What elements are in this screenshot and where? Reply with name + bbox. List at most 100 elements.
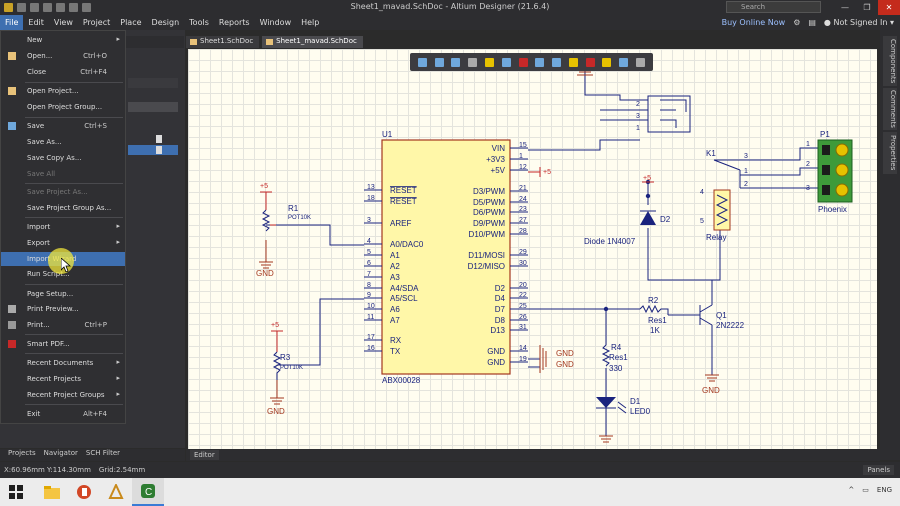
part-icon[interactable]	[485, 57, 495, 67]
panel-row[interactable]	[128, 102, 178, 112]
move-icon[interactable]	[434, 57, 444, 67]
menu-item-smart-pdf[interactable]: Smart PDF...	[1, 337, 125, 351]
r2-ref: R2	[648, 296, 659, 305]
menu-reports[interactable]: Reports	[214, 15, 255, 30]
u1-pin-number: 10	[367, 303, 375, 310]
menu-view[interactable]: View	[49, 15, 78, 30]
undo-icon[interactable]	[69, 3, 78, 12]
minimize-button[interactable]: —	[834, 0, 856, 15]
user-menu[interactable]: ● Not Signed In ▾	[824, 18, 894, 27]
text-icon[interactable]	[619, 57, 629, 67]
tab-editor[interactable]: Editor	[190, 450, 219, 460]
open-icon[interactable]	[43, 3, 52, 12]
menu-item-save-copy-as[interactable]: Save Copy As...	[1, 151, 125, 165]
menu-file[interactable]: File	[0, 15, 24, 30]
file-explorer-icon[interactable]	[36, 478, 68, 506]
tab-properties[interactable]: Properties	[883, 132, 897, 174]
tray-overflow-icon[interactable]: ^	[848, 486, 854, 494]
menu-item-recent-project-groups[interactable]: Recent Project Groups ▸	[1, 388, 125, 402]
notifications-icon[interactable]: ▤	[808, 18, 816, 27]
network-icon[interactable]: ▭	[862, 486, 869, 494]
close-button[interactable]: ✕	[878, 0, 900, 15]
u1-pin-name: VIN	[492, 144, 506, 153]
u1-pin-name: A5/SCL	[390, 294, 418, 303]
k1-relay	[713, 159, 741, 231]
camtasia-icon[interactable]: C	[132, 478, 164, 506]
align-icon[interactable]	[468, 57, 478, 67]
save-all-icon[interactable]	[30, 3, 39, 12]
language-indicator[interactable]: ENG	[877, 486, 892, 494]
menu-item-print-preview[interactable]: Print Preview...	[1, 302, 125, 316]
directive-icon[interactable]	[585, 57, 595, 67]
menu-item-print[interactable]: Print... Ctrl+P	[1, 318, 125, 332]
menu-tools[interactable]: Tools	[184, 15, 214, 30]
menu-design[interactable]: Design	[147, 15, 185, 30]
print-icon[interactable]	[56, 3, 65, 12]
powerpoint-icon[interactable]	[68, 478, 100, 506]
project-icon	[8, 87, 16, 95]
menu-window[interactable]: Window	[255, 15, 297, 30]
app-logo-icon	[4, 3, 13, 12]
tab-projects[interactable]: Projects	[8, 449, 36, 461]
panel-row-selected[interactable]	[128, 145, 178, 155]
panel-row[interactable]	[128, 134, 176, 144]
filter-icon[interactable]	[417, 57, 427, 67]
menu-item-open-project[interactable]: Open Project...	[1, 84, 125, 98]
tab-sheet1[interactable]: Sheet1.SchDoc	[186, 36, 260, 48]
menu-item-page-setup[interactable]: Page Setup...	[1, 287, 125, 301]
search-input[interactable]: Search	[726, 1, 821, 13]
arc-icon[interactable]	[636, 57, 646, 67]
buy-online-link[interactable]: Buy Online Now	[722, 18, 786, 27]
menu-place[interactable]: Place	[115, 15, 146, 30]
menu-separator	[25, 404, 123, 405]
altium-designer-icon[interactable]	[100, 478, 132, 506]
save-icon[interactable]	[17, 3, 26, 12]
u1-pin-name: RESET	[390, 186, 417, 195]
menu-item-save-project-group-as[interactable]: Save Project Group As...	[1, 201, 125, 215]
power-port-icon[interactable]	[518, 57, 528, 67]
tab-sheet1-mavad[interactable]: Sheet1_mavad.SchDoc	[262, 36, 363, 48]
net-label-icon[interactable]	[535, 57, 545, 67]
harness-icon[interactable]	[568, 57, 578, 67]
menu-item-save-as[interactable]: Save As...	[1, 135, 125, 149]
menu-item-save[interactable]: Save Ctrl+S	[1, 119, 125, 133]
menu-item-close[interactable]: Close Ctrl+F4	[1, 65, 125, 79]
menu-item-recent-documents[interactable]: Recent Documents ▸	[1, 356, 125, 370]
sheet-symbol-icon[interactable]	[552, 57, 562, 67]
menu-item-exit[interactable]: Exit Alt+F4	[1, 407, 125, 421]
k1-pin: 5	[700, 218, 704, 225]
wire-icon[interactable]	[501, 57, 511, 67]
menu-item-open-project-group[interactable]: Open Project Group...	[1, 100, 125, 114]
menu-separator	[25, 334, 123, 335]
r1-value: POT10K	[288, 215, 311, 221]
schematic-canvas[interactable]: U1 ABX00028 13 RESET 18 RESET 3 AREF 4 A0/DAC0 5…	[188, 49, 877, 449]
cursor-coordinates: X:60.96mm Y:114.30mm	[4, 466, 91, 474]
tab-navigator[interactable]: Navigator	[44, 449, 78, 461]
tab-components[interactable]: Components	[883, 36, 897, 86]
tab-comments[interactable]: Comments	[883, 88, 897, 130]
redo-icon[interactable]	[82, 3, 91, 12]
menu-separator	[25, 117, 123, 118]
menu-project[interactable]: Project	[78, 15, 115, 30]
panels-button[interactable]: Panels	[863, 465, 894, 475]
k1-ref: K1	[706, 149, 716, 158]
tab-sch-filter[interactable]: SCH Filter	[86, 449, 120, 461]
gnd-symbol	[599, 435, 613, 443]
port-icon[interactable]	[602, 57, 612, 67]
select-icon[interactable]	[451, 57, 461, 67]
menu-item-new[interactable]: New ▸	[1, 33, 125, 47]
menu-edit[interactable]: Edit	[23, 15, 49, 30]
gear-icon[interactable]: ⚙	[793, 18, 800, 27]
k1-pin: 2	[744, 181, 748, 188]
u1-pin-number: 31	[519, 324, 527, 331]
maximize-button[interactable]: ❐	[856, 0, 878, 15]
menu-item-import[interactable]: Import ▸	[1, 220, 125, 234]
u1-pin-number: 21	[519, 185, 527, 192]
start-button[interactable]	[0, 478, 32, 506]
panel-row[interactable]	[128, 78, 178, 88]
menu-item-recent-projects[interactable]: Recent Projects ▸	[1, 372, 125, 386]
u1-pin-name: D11/MOSI	[468, 251, 505, 260]
menu-help[interactable]: Help	[296, 15, 324, 30]
menu-item-open[interactable]: Open... Ctrl+O	[1, 49, 125, 63]
open-folder-icon	[8, 52, 16, 60]
